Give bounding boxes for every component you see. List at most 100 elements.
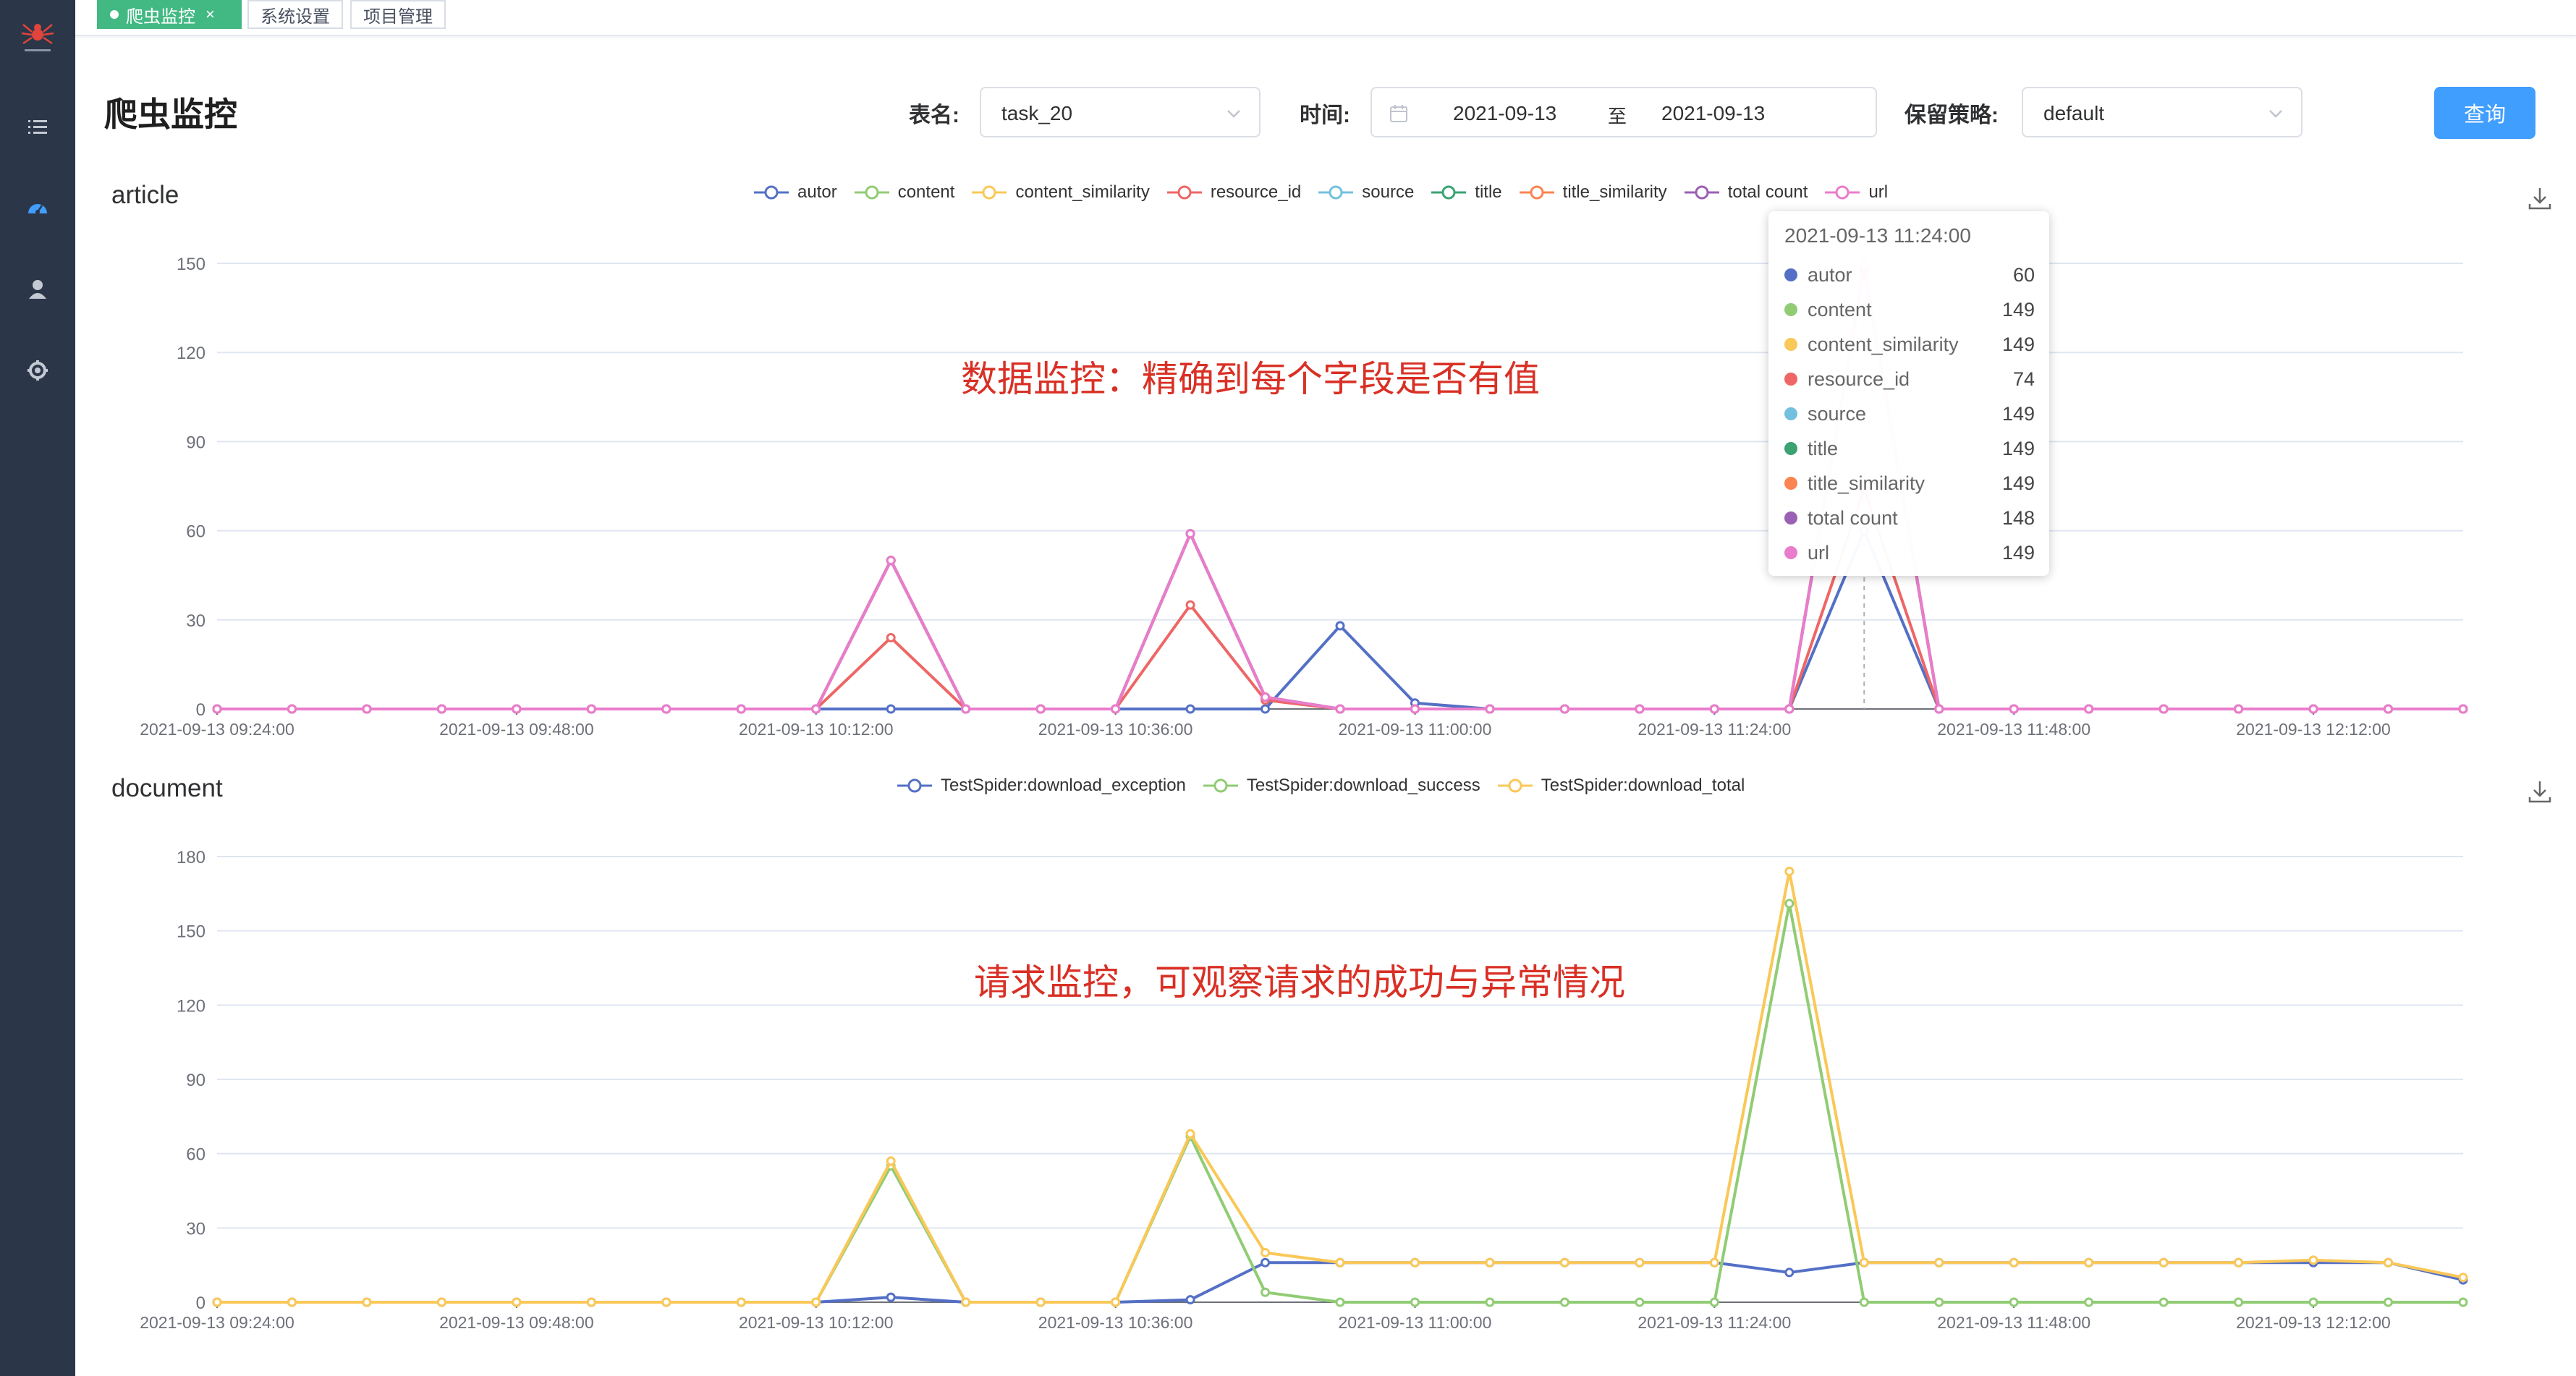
tooltip-series-value: 149 <box>2001 402 2035 425</box>
tooltip-series-value: 149 <box>2001 541 2035 564</box>
series-line <box>217 265 2463 710</box>
tooltip-row: url 149 <box>1784 538 2035 567</box>
data-point <box>1635 704 1645 714</box>
data-point <box>1859 1257 1869 1267</box>
tooltip-series-name: title <box>1808 437 1839 459</box>
data-point <box>2234 1257 2244 1267</box>
app-root: 爬虫监控 × 系统设置 项目管理 爬虫监控 表名: task_20 时间: 20… <box>0 0 2576 1376</box>
data-point <box>1485 1297 1495 1307</box>
data-point <box>1261 704 1271 714</box>
data-point <box>2158 704 2169 714</box>
x-tick-label: 2021-09-13 09:24:00 <box>140 720 295 739</box>
series-line <box>217 265 2463 710</box>
data-point <box>2234 704 2244 714</box>
data-point <box>886 704 896 714</box>
x-tick-label: 2021-09-13 09:48:00 <box>439 1313 594 1332</box>
tooltip-row: source 149 <box>1784 399 2035 428</box>
x-tick-label: 2021-09-13 11:00:00 <box>1339 1313 1492 1332</box>
y-tick-label: 120 <box>177 344 206 363</box>
data-point <box>1410 1257 1420 1267</box>
x-tick-label: 2021-09-13 10:36:00 <box>1038 720 1193 739</box>
data-point <box>886 1156 896 1166</box>
charts-canvas: 0 30 60 90 120 150 2021-09-13 09:24:00 2021-09-… <box>140 255 2468 1332</box>
chart-tooltip: 2021-09-13 11:24:00 autor 60 content 149 con… <box>1768 211 2049 576</box>
data-point <box>2009 704 2019 714</box>
data-point <box>1111 1297 1121 1307</box>
tooltip-series-name: content <box>1808 298 1872 320</box>
data-point <box>362 704 372 714</box>
tooltip-row: title_similarity 149 <box>1784 469 2035 498</box>
series-dot-icon <box>1784 268 1797 281</box>
series-dot-icon <box>1784 407 1797 420</box>
y-tick-label: 90 <box>186 433 206 452</box>
series-line <box>217 265 2463 710</box>
data-point <box>1784 899 1795 909</box>
tooltip-series-name: resource_id <box>1808 368 1910 390</box>
tooltip-series-name: total count <box>1808 506 1898 529</box>
data-point <box>886 556 896 566</box>
y-tick-label: 150 <box>177 255 206 274</box>
data-point <box>1035 704 1046 714</box>
data-point <box>2158 1297 2169 1307</box>
series-dot-icon <box>1784 477 1797 490</box>
data-point <box>1335 621 1345 631</box>
data-point <box>2084 704 2094 714</box>
data-point <box>2009 1257 2019 1267</box>
data-point <box>1335 1297 1345 1307</box>
tooltip-series-name: url <box>1808 541 1830 564</box>
data-point <box>2158 1257 2169 1267</box>
tooltip-series-value: 74 <box>2012 368 2035 390</box>
x-tick-label: 2021-09-13 11:24:00 <box>1637 720 1791 739</box>
series-line <box>217 488 2463 710</box>
tooltip-series-name: content_similarity <box>1808 333 1959 355</box>
data-point <box>2308 1297 2318 1307</box>
data-point <box>1410 704 1420 714</box>
x-tick-label: 2021-09-13 11:24:00 <box>1637 1313 1791 1332</box>
data-point <box>1485 704 1495 714</box>
data-point <box>1261 1287 1271 1297</box>
tooltip-row: title 149 <box>1784 434 2035 463</box>
data-point <box>436 1297 446 1307</box>
data-point <box>1185 600 1195 610</box>
data-point <box>811 1297 821 1307</box>
data-point <box>886 632 896 642</box>
data-point <box>1035 1297 1046 1307</box>
series-line <box>217 265 2463 710</box>
x-tick-label: 2021-09-13 10:12:00 <box>739 1313 894 1332</box>
data-point <box>1559 704 1569 714</box>
data-point <box>1934 1297 1944 1307</box>
tooltip-series-value: 149 <box>2001 333 2035 355</box>
x-tick-label: 2021-09-13 10:36:00 <box>1038 1313 1193 1332</box>
tooltip-series-value: 149 <box>2001 437 2035 459</box>
tooltip-title: 2021-09-13 11:24:00 <box>1784 224 1971 247</box>
data-point <box>2308 1255 2318 1265</box>
tooltip-row: content_similarity 149 <box>1784 330 2035 359</box>
series-line <box>217 268 2463 710</box>
data-point <box>736 704 746 714</box>
data-point <box>287 1297 297 1307</box>
tooltip-row: total count 148 <box>1784 504 2035 532</box>
y-tick-label: 30 <box>186 1219 206 1239</box>
series-line <box>217 870 2464 1304</box>
data-point <box>661 1297 671 1307</box>
data-point <box>1784 704 1795 714</box>
x-tick-label: 2021-09-13 11:48:00 <box>1937 1313 2090 1332</box>
tooltip-series-name: source <box>1808 402 1867 425</box>
y-tick-label: 0 <box>196 700 206 720</box>
data-point <box>1111 704 1121 714</box>
series-dot-icon <box>1784 511 1797 525</box>
data-point <box>1635 1257 1645 1267</box>
tooltip-series-value: 149 <box>2001 298 2035 320</box>
series-dot-icon <box>1784 338 1797 351</box>
series-line <box>217 265 2463 710</box>
data-point <box>811 704 821 714</box>
data-point <box>1185 529 1195 539</box>
data-point <box>1185 704 1195 714</box>
data-point <box>1335 1257 1345 1267</box>
data-point <box>512 1297 522 1307</box>
y-tick-label: 90 <box>186 1071 206 1090</box>
data-point <box>1784 1267 1795 1278</box>
data-point <box>2308 704 2318 714</box>
data-point <box>1934 704 1944 714</box>
tooltip-series-name: title_similarity <box>1808 472 1925 494</box>
